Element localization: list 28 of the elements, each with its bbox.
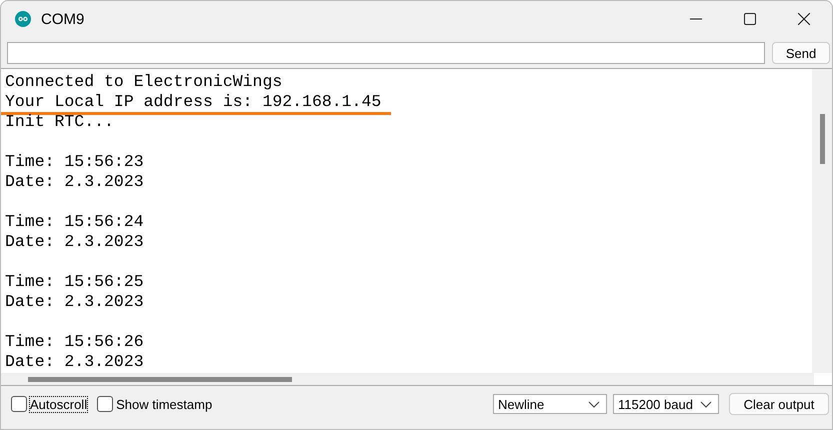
output-line: Date: 2.3.2023 [5,232,144,252]
checkbox-label[interactable]: Show timestamp [116,396,212,412]
output-line: Date: 2.3.2023 [5,292,144,312]
output-line: Time: 15:56:26 [5,332,144,352]
output-line: Time: 15:56:25 [5,272,144,292]
scrollbar-thumb[interactable] [28,377,292,382]
checkbox-label[interactable]: Autoscroll [30,396,88,412]
output-line: Your Local IP address is: 192.168.1.45 [1,92,392,115]
checkbox[interactable] [97,396,114,412]
chevron-down-icon [588,400,600,408]
message-input-field[interactable] [7,42,765,64]
clear-output-button[interactable]: Clear output [729,393,829,415]
close-icon[interactable] [798,13,810,25]
baud-rate-dropdown[interactable]: 115200 baud [613,394,719,414]
output-line: Date: 2.3.2023 [5,352,144,372]
output-line: Init RTC... [5,112,114,132]
chevron-down-icon [700,400,712,408]
output-line: Date: 2.3.2023 [5,172,144,192]
window-title: COM9 [41,10,84,28]
send-button[interactable]: Send [772,42,830,64]
app-logo-icon [15,11,31,27]
maximize-icon[interactable] [744,13,756,25]
scrollbar-thumb[interactable] [820,114,825,164]
line-ending-dropdown[interactable]: Newline [493,394,607,414]
output-line: Connected to ElectronicWings [5,72,282,92]
output-line: Time: 15:56:23 [5,152,144,172]
checkbox[interactable] [11,396,27,412]
output-line: Time: 15:56:24 [5,212,144,232]
